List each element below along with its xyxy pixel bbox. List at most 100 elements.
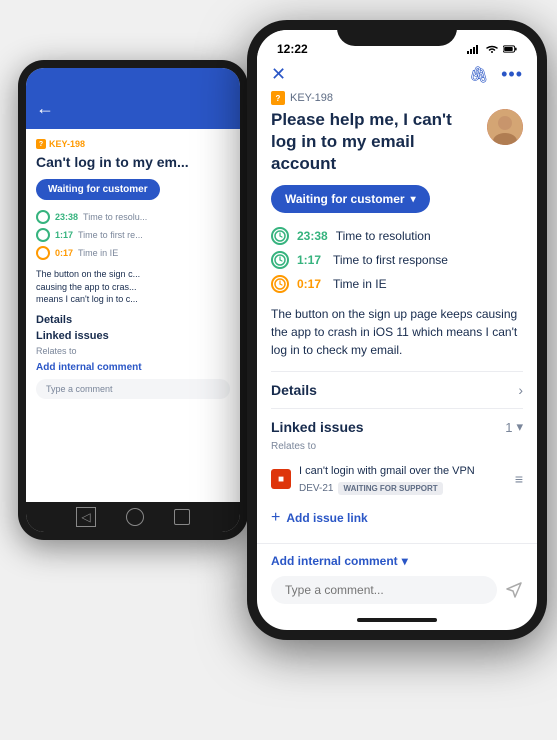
back-timer-1: 23:38 Time to resolu... xyxy=(36,210,230,224)
details-chevron-icon: › xyxy=(518,382,523,398)
relates-to-label: Relates to xyxy=(271,441,523,452)
front-time: 12:22 xyxy=(277,42,308,56)
back-timer-val-2: 1:17 xyxy=(55,230,73,240)
back-key-text: KEY-198 xyxy=(49,139,85,149)
clock-orange xyxy=(271,275,289,293)
comment-input-row xyxy=(271,576,523,604)
back-add-comment-link[interactable]: Add internal comment xyxy=(36,362,230,373)
issue-key-row: ? KEY-198 xyxy=(271,91,523,105)
linked-issues-header: Linked issues 1 ▾ xyxy=(271,408,523,441)
timer-value-1: 23:38 xyxy=(297,229,328,243)
send-button[interactable] xyxy=(505,581,523,599)
back-linked-title: Linked issues xyxy=(36,330,230,342)
linked-issue-menu-icon[interactable]: ≡ xyxy=(515,471,523,487)
back-phone-screen: ← ? KEY-198 Can't log in to my em... Wai… xyxy=(26,68,240,532)
back-timer-3: 0:17 Time in IE xyxy=(36,246,230,260)
close-icon[interactable]: ✕ xyxy=(271,64,286,85)
linked-issue-text: I can't login with gmail over the VPN xyxy=(299,464,507,478)
back-topbar: ← xyxy=(26,92,240,129)
front-phone-screen: 12:22 xyxy=(257,30,537,630)
back-timer-val-3: 0:17 xyxy=(55,248,73,258)
front-phone: 12:22 xyxy=(247,20,547,640)
linked-chevron-icon: ▾ xyxy=(516,419,523,435)
status-chevron-icon: ▾ xyxy=(411,194,416,205)
linked-issue-type-icon: ■ xyxy=(271,469,291,489)
timer-row-3: 0:17 Time in IE xyxy=(271,275,523,293)
back-nav-triangle[interactable]: ◁ xyxy=(76,507,96,527)
back-timer-val-1: 23:38 xyxy=(55,212,78,222)
linked-issue-key: DEV-21 xyxy=(299,483,333,494)
linked-issues-title: Linked issues xyxy=(271,419,364,435)
back-nav-circle[interactable] xyxy=(126,508,144,526)
status-button[interactable]: Waiting for customer ▾ xyxy=(271,185,430,213)
comment-input[interactable] xyxy=(271,576,497,604)
front-issue-content: ? KEY-198 Please help me, I can't log in… xyxy=(257,91,537,543)
add-link-label: Add issue link xyxy=(286,511,367,525)
notch xyxy=(337,20,457,46)
wifi-icon xyxy=(485,42,499,56)
home-bar xyxy=(357,618,437,622)
front-topbar: ✕ 🖇 ••• xyxy=(257,60,537,91)
internal-comment-label: Add internal comment xyxy=(271,554,398,568)
back-description: The button on the sign c...causing the a… xyxy=(36,268,230,306)
front-topbar-actions: 🖇 ••• xyxy=(469,64,523,85)
back-clock-orange xyxy=(36,246,50,260)
back-timer-label-1: Time to resolu... xyxy=(83,212,147,222)
back-issue-key-row: ? KEY-198 xyxy=(36,139,230,149)
back-phone: ← ? KEY-198 Can't log in to my em... Wai… xyxy=(18,60,248,540)
linked-issue-meta: DEV-21 WAITING FOR SUPPORT xyxy=(299,482,507,495)
linked-issue-badge: WAITING FOR SUPPORT xyxy=(338,482,442,495)
back-comment-input[interactable]: Type a comment xyxy=(36,379,230,399)
issue-header-row: Please help me, I can't log in to my ema… xyxy=(271,109,523,175)
front-bottom-bar: Add internal comment ▾ xyxy=(257,543,537,610)
issue-type-icon: ? xyxy=(271,91,285,105)
add-issue-link-row[interactable]: + Add issue link xyxy=(271,501,523,535)
clock-green-2 xyxy=(271,251,289,269)
timer-value-3: 0:17 xyxy=(297,277,325,291)
timer-row-2: 1:17 Time to first response xyxy=(271,251,523,269)
linked-issue-info: I can't login with gmail over the VPN DE… xyxy=(299,464,507,494)
scene: ← ? KEY-198 Can't log in to my em... Wai… xyxy=(0,0,557,740)
timer-row-1: 23:38 Time to resolution xyxy=(271,227,523,245)
signal-icon xyxy=(467,42,481,56)
timer-label-1: Time to resolution xyxy=(336,229,431,243)
back-navigation-bar: ◁ xyxy=(26,502,240,532)
back-timer-label-3: Time in IE xyxy=(78,248,118,258)
timer-label-3: Time in IE xyxy=(333,277,387,291)
back-status-button[interactable]: Waiting for customer xyxy=(36,179,160,200)
details-section-row[interactable]: Details › xyxy=(271,371,523,408)
back-clock-green-2 xyxy=(36,228,50,242)
back-nav-square[interactable] xyxy=(174,509,190,525)
back-timer-2: 1:17 Time to first re... xyxy=(36,228,230,242)
issue-description: The button on the sign up page keeps cau… xyxy=(271,305,523,359)
linked-toggle[interactable]: 1 ▾ xyxy=(505,419,523,435)
attach-icon[interactable]: 🖇 xyxy=(469,65,489,85)
linked-count: 1 xyxy=(505,420,512,435)
status-label: Waiting for customer xyxy=(285,192,405,206)
clock-green-1 xyxy=(271,227,289,245)
timer-value-2: 1:17 xyxy=(297,253,325,267)
assignee-avatar xyxy=(487,109,523,145)
linked-issue-title-text: I can't login with gmail over the VPN xyxy=(299,465,475,477)
back-issue-title: Can't log in to my em... xyxy=(36,153,230,171)
back-content: ? KEY-198 Can't log in to my em... Waiti… xyxy=(26,129,240,502)
home-indicator xyxy=(257,610,537,630)
timer-label-2: Time to first response xyxy=(333,253,448,267)
front-status-icons xyxy=(467,42,517,56)
back-key-icon: ? xyxy=(36,139,46,149)
back-arrow-icon[interactable]: ← xyxy=(36,98,54,119)
linked-issue-row: ■ I can't login with gmail over the VPN … xyxy=(271,458,523,500)
issue-key-text: KEY-198 xyxy=(290,92,333,104)
back-relates-to: Relates to xyxy=(36,346,230,356)
more-menu-icon[interactable]: ••• xyxy=(501,64,523,85)
back-status-bar xyxy=(26,68,240,92)
battery-icon xyxy=(503,42,517,56)
details-section-title: Details xyxy=(271,382,317,398)
issue-title: Please help me, I can't log in to my ema… xyxy=(271,109,479,175)
comment-chevron-icon: ▾ xyxy=(402,554,408,568)
back-details-title: Details xyxy=(36,314,230,326)
back-timer-label-2: Time to first re... xyxy=(78,230,143,240)
internal-comment-row[interactable]: Add internal comment ▾ xyxy=(271,554,523,568)
back-clock-green-1 xyxy=(36,210,50,224)
add-link-plus-icon: + xyxy=(271,509,280,527)
